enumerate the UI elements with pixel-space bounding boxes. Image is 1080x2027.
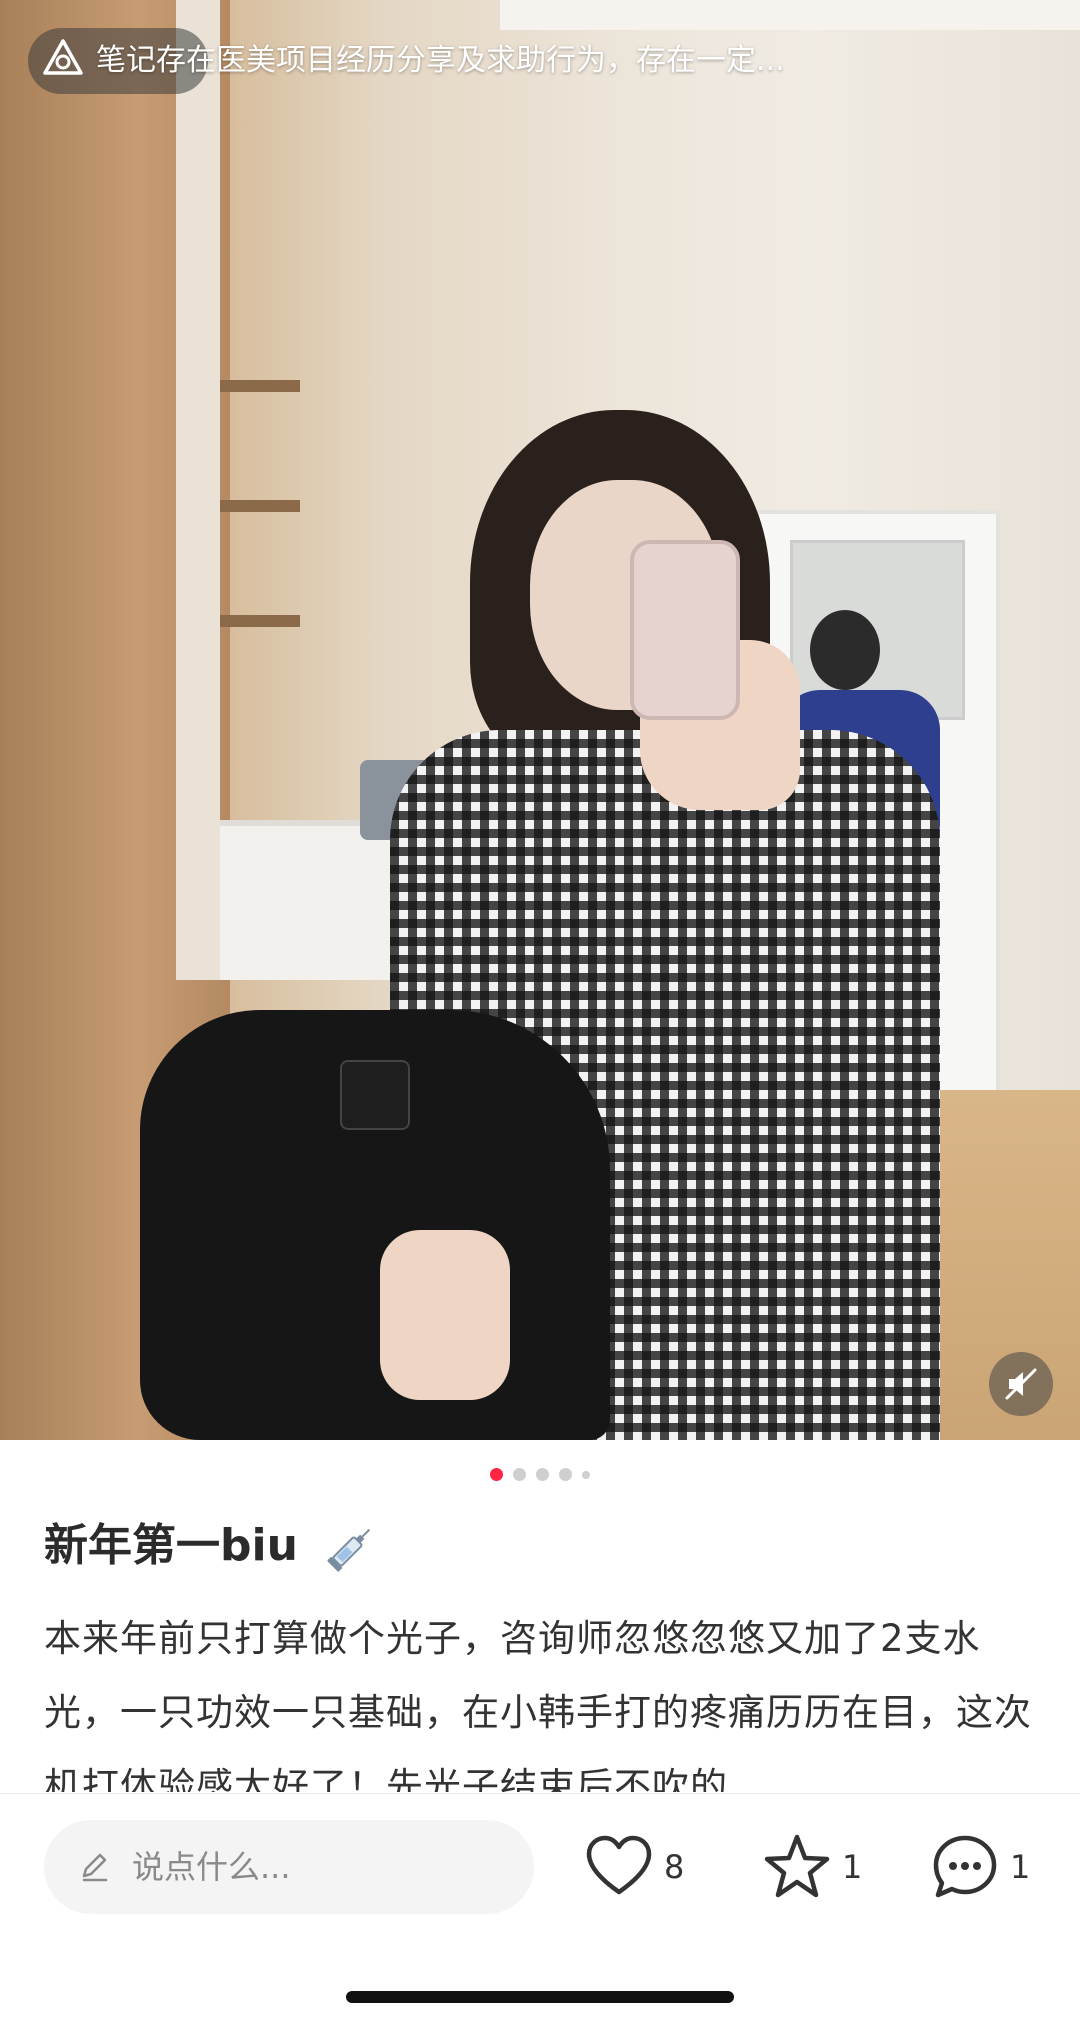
comment-input[interactable]: 说点什么... [44, 1820, 534, 1914]
photo-phone [630, 540, 740, 720]
heart-icon [586, 1835, 652, 1895]
photo-hand [380, 1230, 510, 1400]
pagination-dot-active [490, 1468, 503, 1481]
post-photo[interactable]: 笔记存在医美项目经历分享及求助行为，存在一定... [0, 0, 1080, 1440]
pagination-dot [536, 1468, 549, 1481]
like-button[interactable]: 8 [584, 1832, 694, 1902]
comment-count: 1 [1010, 1848, 1031, 1886]
collect-count: 1 [842, 1848, 863, 1886]
collect-button[interactable]: 1 [762, 1832, 872, 1902]
speech-bubble-icon [933, 1835, 997, 1898]
post-title-text: 新年第一biu [44, 1520, 298, 1571]
pagination-dot [559, 1468, 572, 1481]
photo-person [140, 410, 960, 1440]
warning-banner-text[interactable]: 笔记存在医美项目经历分享及求助行为，存在一定... [96, 38, 1056, 84]
comment-button[interactable]: 1 [930, 1832, 1040, 1902]
pagination-dot [513, 1468, 526, 1481]
photo-ceiling [500, 0, 1080, 30]
image-pagination [0, 1468, 1080, 1482]
home-indicator[interactable] [346, 1991, 734, 2003]
star-icon [764, 1834, 830, 1898]
syringe-icon [327, 1528, 371, 1572]
comment-placeholder: 说点什么... [132, 1848, 291, 1886]
mute-button[interactable] [989, 1352, 1053, 1416]
photo-shelf [220, 380, 300, 392]
post-body: 本来年前只打算做个光子，咨询师忽悠忽悠又加了2支水光，一只功效一只基础，在小韩手… [44, 1617, 1032, 1792]
photo-jacket-logo [340, 1060, 410, 1130]
pencil-icon [82, 1853, 108, 1882]
post-title: 新年第一biu [44, 1516, 379, 1576]
warning-triangle-icon [43, 39, 83, 75]
like-count: 8 [664, 1848, 685, 1886]
pagination-dot [582, 1470, 590, 1479]
speaker-mute-icon [1005, 1368, 1037, 1400]
